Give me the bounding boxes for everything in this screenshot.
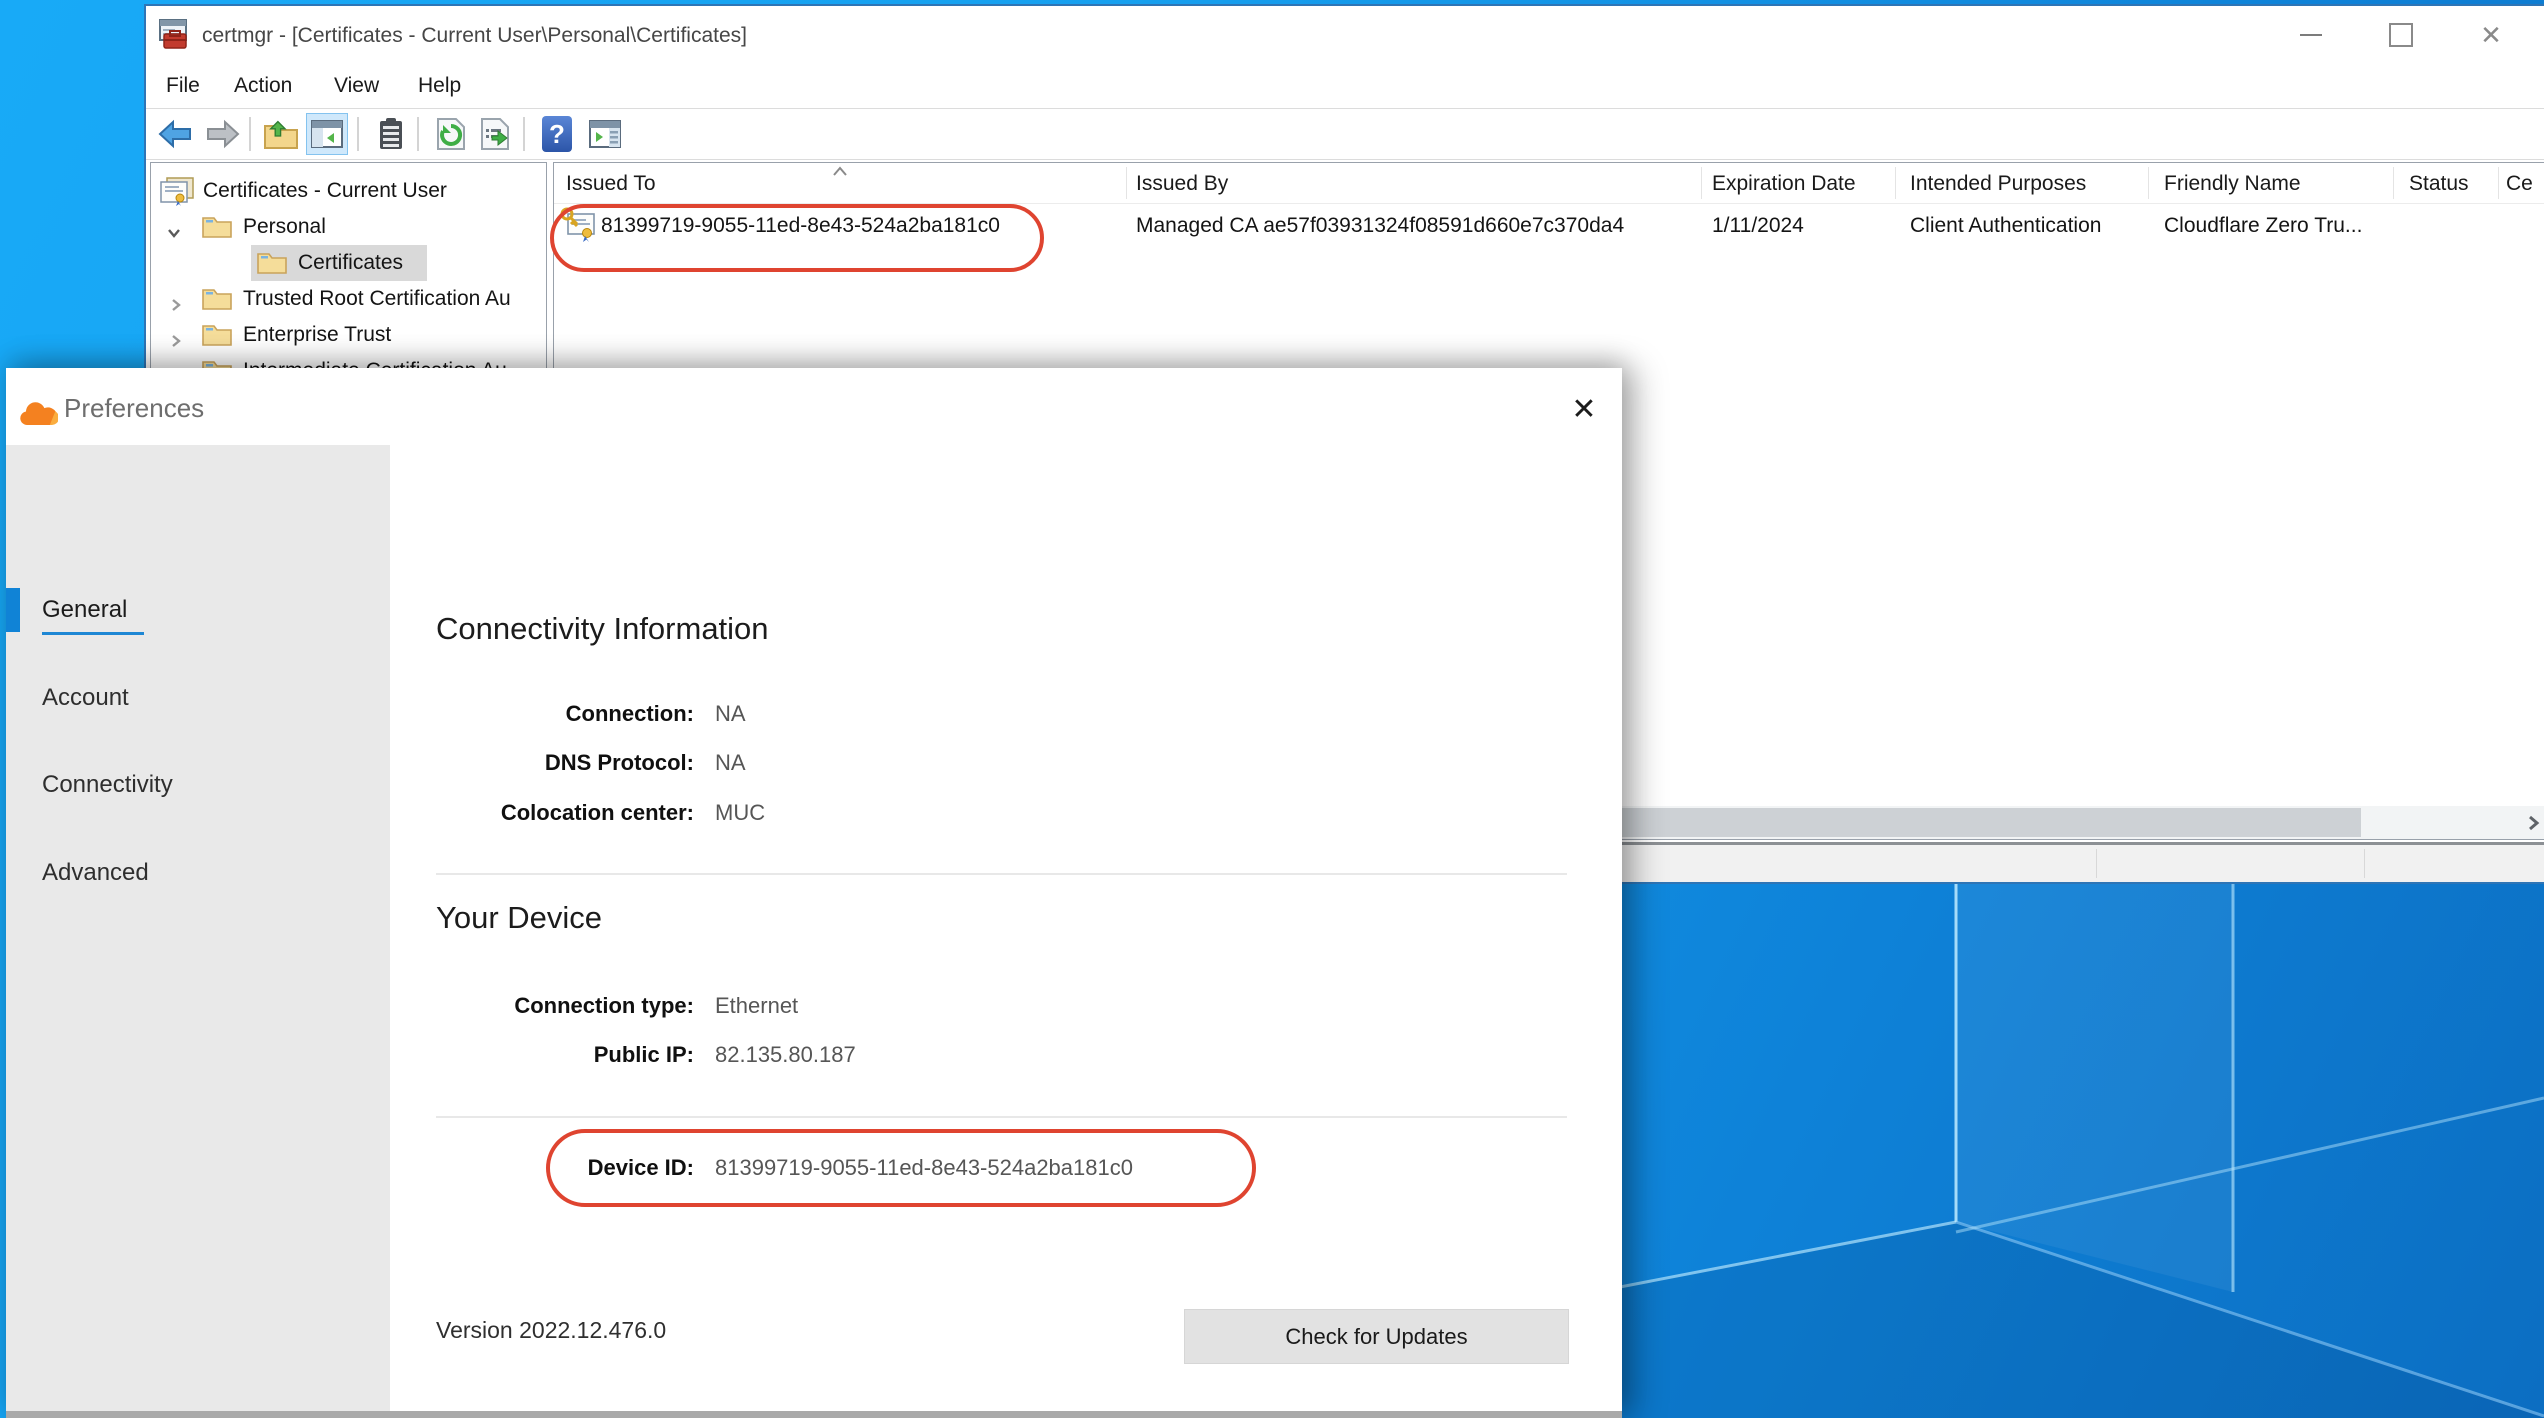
column-header-friendly[interactable]: Friendly Name (2164, 163, 2301, 203)
copy-clipboard-button[interactable] (370, 113, 412, 155)
toolbar-separator (523, 117, 525, 151)
column-header-purposes[interactable]: Intended Purposes (1910, 163, 2086, 203)
column-header-issued-by[interactable]: Issued By (1136, 163, 1228, 203)
show-action-pane-button[interactable] (584, 113, 626, 155)
connection-type-value: Ethernet (715, 991, 798, 1021)
scroll-right-arrow[interactable] (2511, 806, 2544, 839)
colocation-value: MUC (715, 798, 765, 828)
tree-item-label[interactable]: Certificates (298, 245, 403, 281)
dns-protocol-value: NA (715, 748, 746, 778)
tree-item-label[interactable]: Personal (243, 209, 326, 245)
sidebar-item-general[interactable]: General (42, 593, 127, 627)
certmgr-titlebar: certmgr - [Certificates - Current User\P… (146, 6, 2544, 66)
row-dns-protocol: DNS Protocol: NA (390, 748, 1622, 778)
colocation-label: Colocation center: (390, 798, 694, 828)
maximize-button[interactable] (2371, 12, 2431, 58)
public-ip-value: 82.135.80.187 (715, 1040, 856, 1070)
statusbar-divider (2096, 849, 2097, 878)
toolbar-separator (249, 117, 251, 151)
row-connection-type: Connection type: Ethernet (390, 991, 1622, 1021)
sidebar-item-account[interactable]: Account (42, 681, 129, 715)
column-separator[interactable] (1701, 167, 1702, 199)
check-for-updates-button[interactable]: Check for Updates (1184, 1309, 1569, 1364)
preferences-sidebar: General Account Connectivity Advanced (6, 445, 390, 1418)
cell-purposes: Client Authentication (1910, 205, 2101, 247)
cell-expiration: 1/11/2024 (1712, 205, 1804, 247)
selected-underline (42, 632, 144, 635)
close-icon[interactable]: ✕ (2461, 12, 2521, 58)
section-divider (436, 873, 1567, 875)
tree-item-certificates[interactable]: Certificates (151, 245, 546, 281)
section-heading-connectivity: Connectivity Information (436, 611, 769, 647)
help-icon: ? (542, 116, 572, 152)
annotation-ellipse-device-id (546, 1129, 1256, 1207)
cloudflare-logo-icon (18, 400, 58, 435)
forward-button[interactable] (202, 113, 244, 155)
tree-item-trusted-root[interactable]: Trusted Root Certification Au (151, 281, 546, 317)
menu-action[interactable]: Action (228, 66, 298, 108)
connection-value: NA (715, 699, 746, 729)
show-console-tree-button[interactable] (306, 113, 348, 155)
section-divider (436, 1116, 1567, 1118)
tree-item-personal[interactable]: Personal (151, 209, 546, 245)
column-separator[interactable] (1895, 167, 1896, 199)
sidebar-item-connectivity[interactable]: Connectivity (42, 768, 173, 802)
preferences-window: Preferences ✕ General Account Connectivi… (6, 368, 1622, 1418)
toolbar-separator (357, 117, 359, 151)
refresh-button[interactable] (430, 113, 472, 155)
sort-ascending-icon (830, 164, 850, 182)
back-button[interactable] (154, 113, 196, 155)
cell-friendly: Cloudflare Zero Tru... (2164, 205, 2362, 247)
public-ip-label: Public IP: (390, 1040, 694, 1070)
tree-item-label[interactable]: Enterprise Trust (243, 317, 391, 353)
preferences-title: Preferences (64, 368, 204, 445)
column-separator[interactable] (1126, 167, 1127, 199)
column-separator[interactable] (2393, 167, 2394, 199)
export-list-button[interactable] (476, 113, 518, 155)
certmgr-menubar: File Action View Help (146, 66, 2544, 109)
sidebar-item-advanced[interactable]: Advanced (42, 856, 149, 890)
version-text: Version 2022.12.476.0 (436, 1317, 666, 1344)
certmgr-title: certmgr - [Certificates - Current User\P… (202, 6, 747, 66)
section-heading-your-device: Your Device (436, 900, 602, 936)
preferences-content: Connectivity Information Connection: NA … (390, 445, 1622, 1418)
preferences-titlebar: Preferences ✕ (6, 368, 1622, 445)
screen: certmgr - [Certificates - Current User\P… (0, 0, 2544, 1418)
certmgr-toolbar: ? (146, 109, 2544, 160)
statusbar-divider (2364, 849, 2365, 878)
cell-issued-by: Managed CA ae57f03931324f08591d660e7c370… (1136, 205, 1624, 247)
column-separator[interactable] (2148, 167, 2149, 199)
menu-view[interactable]: View (328, 66, 385, 108)
menu-file[interactable]: File (160, 66, 206, 108)
tree-item-enterprise-trust[interactable]: Enterprise Trust (151, 317, 546, 353)
connection-label: Connection: (390, 699, 694, 729)
tree-item-label[interactable]: Certificates - Current User (203, 173, 447, 209)
help-button[interactable]: ? (536, 113, 578, 155)
certmgr-app-icon (156, 18, 190, 52)
menu-help[interactable]: Help (412, 66, 467, 108)
tree-item-root[interactable]: Certificates - Current User (151, 173, 546, 209)
column-separator[interactable] (2498, 167, 2499, 199)
up-one-level-button[interactable] (260, 113, 302, 155)
column-header-issued-to[interactable]: Issued To (566, 163, 656, 203)
preferences-bottom-edge (6, 1411, 1622, 1418)
minimize-button[interactable] (2281, 12, 2341, 58)
close-icon[interactable]: ✕ (1564, 390, 1604, 430)
toolbar-separator (417, 117, 419, 151)
dns-protocol-label: DNS Protocol: (390, 748, 694, 778)
selected-accent-bar (6, 588, 20, 632)
column-header-expiration[interactable]: Expiration Date (1712, 163, 1856, 203)
connection-type-label: Connection type: (390, 991, 694, 1021)
column-header-status[interactable]: Status (2409, 163, 2469, 203)
row-public-ip: Public IP: 82.135.80.187 (390, 1040, 1622, 1070)
list-header: Issued To Issued By Expiration Date Inte… (554, 163, 2544, 204)
annotation-ellipse-certificate (550, 204, 1044, 272)
column-header-ce[interactable]: Ce (2506, 163, 2533, 203)
row-connection: Connection: NA (390, 699, 1622, 729)
tree-item-label[interactable]: Trusted Root Certification Au (243, 281, 511, 317)
row-colocation-center: Colocation center: MUC (390, 798, 1622, 828)
